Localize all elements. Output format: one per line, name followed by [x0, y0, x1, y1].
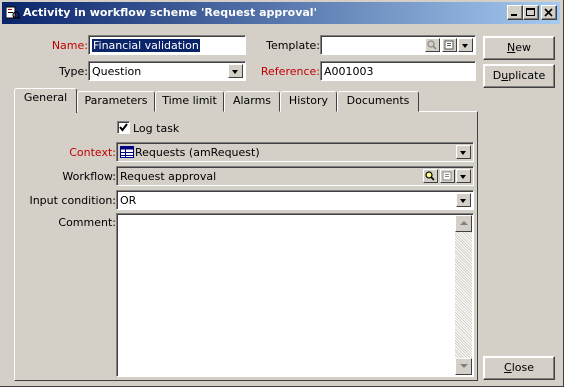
- tab-parameters[interactable]: Parameters: [77, 91, 155, 112]
- title-bar[interactable]: Activity in workflow scheme 'Request app…: [2, 2, 560, 24]
- new-button[interactable]: New: [483, 36, 555, 60]
- template-dropdown-button[interactable]: [458, 38, 473, 52]
- name-label: Name:: [51, 39, 88, 52]
- input-condition-dropdown-button[interactable]: [456, 193, 471, 207]
- context-dropdown-button[interactable]: [456, 145, 471, 159]
- context-select[interactable]: Requests (amRequest): [116, 142, 474, 162]
- close-icon: [544, 8, 553, 17]
- magnifier-icon: [425, 171, 435, 181]
- log-task-label: Log task: [133, 122, 180, 135]
- details-icon: [442, 171, 452, 181]
- type-value: Question: [92, 65, 142, 78]
- workflow-app-icon: [5, 6, 21, 20]
- window-title: Activity in workflow scheme 'Request app…: [23, 6, 317, 19]
- scroll-down-button[interactable]: [455, 358, 472, 375]
- type-select[interactable]: Question: [88, 61, 246, 81]
- details-icon: [444, 40, 454, 50]
- reference-field[interactable]: A001003: [320, 61, 476, 81]
- minimize-icon: [511, 14, 517, 16]
- tab-documents[interactable]: Documents: [337, 91, 419, 112]
- maximize-icon: [526, 8, 535, 16]
- workflow-value: Request approval: [120, 170, 217, 183]
- duplicate-button[interactable]: Duplicate: [483, 64, 555, 88]
- template-details-button[interactable]: [442, 38, 457, 52]
- input-condition-label: Input condition:: [29, 194, 116, 207]
- template-label: Template:: [266, 39, 320, 52]
- reference-value: A001003: [324, 65, 374, 78]
- close-button[interactable]: Close: [483, 356, 555, 380]
- tab-time-limit[interactable]: Time limit: [155, 91, 224, 112]
- template-field[interactable]: [320, 35, 476, 55]
- workflow-dropdown-button[interactable]: [456, 169, 471, 183]
- type-label: Type:: [59, 65, 88, 78]
- name-field[interactable]: Financial validation: [88, 35, 246, 55]
- scroll-up-button[interactable]: [455, 215, 472, 232]
- workflow-field[interactable]: Request approval: [116, 166, 474, 186]
- template-search-button[interactable]: [425, 38, 440, 52]
- workflow-details-button[interactable]: [440, 169, 455, 183]
- close-window-button[interactable]: [541, 5, 557, 20]
- workflow-search-button[interactable]: [423, 169, 438, 183]
- context-value: Requests (amRequest): [135, 146, 260, 159]
- name-value: Financial validation: [92, 39, 200, 52]
- type-dropdown-button[interactable]: [228, 64, 243, 78]
- table-icon: [120, 146, 134, 158]
- maximize-button[interactable]: [523, 5, 539, 20]
- reference-label: Reference:: [260, 65, 320, 78]
- workflow-label: Workflow:: [62, 170, 116, 183]
- context-label: Context:: [69, 146, 116, 159]
- tab-general[interactable]: General: [14, 88, 77, 113]
- comment-label: Comment:: [58, 216, 116, 229]
- tab-history[interactable]: History: [280, 91, 337, 112]
- tab-alarms[interactable]: Alarms: [224, 91, 280, 112]
- comment-textarea[interactable]: [116, 213, 474, 377]
- magnifier-icon: [427, 40, 437, 50]
- log-task-checkbox[interactable]: [117, 121, 130, 134]
- input-condition-select[interactable]: OR: [116, 190, 474, 210]
- minimize-button[interactable]: [507, 5, 523, 20]
- activity-dialog: Activity in workflow scheme 'Request app…: [0, 0, 564, 387]
- comment-scrollbar[interactable]: [455, 215, 472, 375]
- checkmark-icon: [119, 123, 128, 132]
- input-condition-value: OR: [120, 194, 137, 207]
